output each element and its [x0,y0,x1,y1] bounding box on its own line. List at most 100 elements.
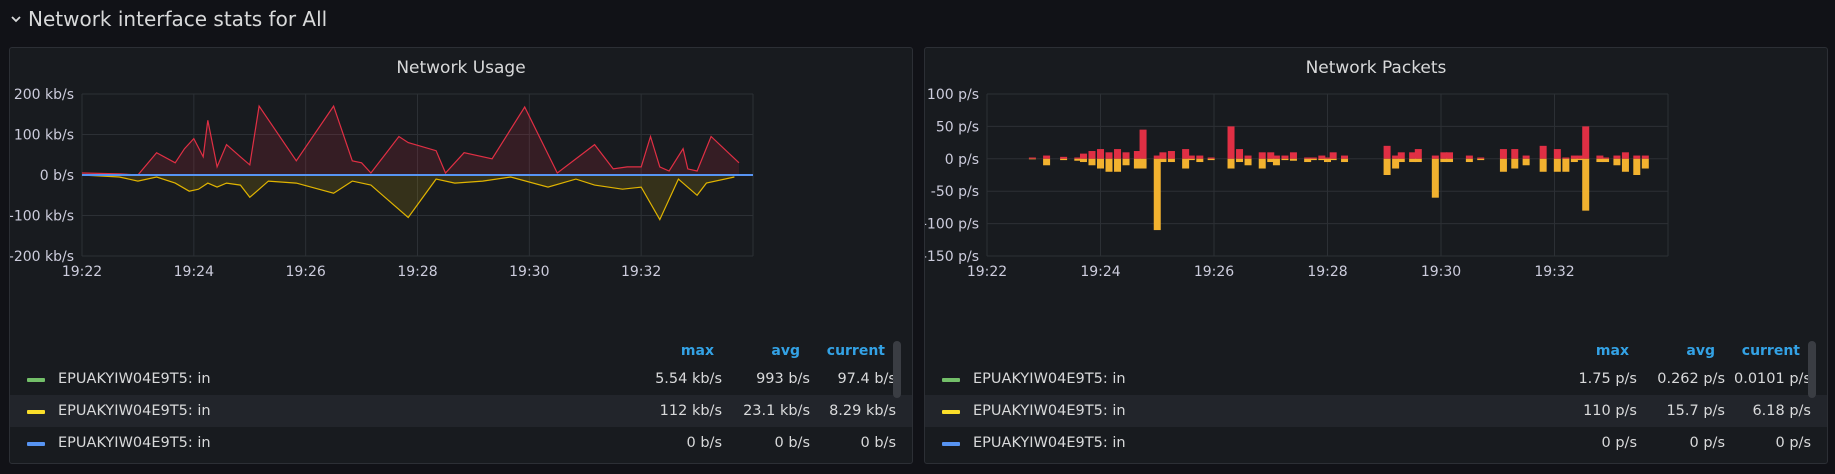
x-tick-label: 19:24 [1080,264,1120,280]
bar-negative [1272,158,1280,166]
bar-positive [1397,152,1405,159]
legend-max-value: 5.54 kb/s [655,371,722,387]
series-color-swatch[interactable] [27,442,45,446]
series-name[interactable]: EPUAKYIW04E9T5: in [973,371,1126,387]
legend-avg-value: 0 p/s [1689,435,1725,451]
bar-negative [1088,158,1096,166]
bar-negative [1414,158,1422,163]
bar-positive [1043,155,1051,159]
legend-avg-value: 993 b/s [756,371,810,387]
series-name[interactable]: EPUAKYIW04E9T5: in [58,435,211,451]
bar-positive [1633,155,1641,159]
bar-negative [1196,158,1204,163]
bar-negative [1499,158,1507,172]
bar-negative [1258,158,1266,169]
legend-row[interactable]: EPUAKYIW04E9T5: in 0 b/s 0 b/s 0 b/s [10,427,912,459]
legend-max-value: 1.75 p/s [1578,371,1637,387]
series-color-swatch[interactable] [942,410,960,414]
series-color-swatch[interactable] [27,378,45,382]
legend-header-avg[interactable]: avg [771,343,800,359]
legend-scrollbar[interactable] [893,341,901,398]
series-name[interactable]: EPUAKYIW04E9T5: in [58,371,211,387]
bar-positive [1499,149,1507,159]
bar-negative [1244,158,1252,166]
bar-negative [1522,158,1530,166]
bar-negative [1227,158,1235,169]
bar-positive [1446,152,1454,159]
row-title: Network interface stats for All [28,7,328,31]
bar-positive [1602,157,1610,159]
series-color-swatch[interactable] [942,442,960,446]
series-color-swatch[interactable] [27,410,45,414]
bar-positive [1114,149,1122,159]
bar-negative [1621,158,1629,172]
series-area [82,175,735,220]
bar-negative [1602,158,1610,163]
x-tick-label: 19:32 [621,264,661,280]
legend-row[interactable]: EPUAKYIW04E9T5: in 1.75 p/s 0.262 p/s 0.010… [925,363,1827,395]
bar-positive [1258,152,1266,159]
bar-positive [1028,157,1036,159]
bar-positive [1196,155,1204,159]
bar-negative [1613,158,1621,166]
bar-negative [1139,158,1147,169]
legend-max-value: 110 p/s [1583,403,1637,419]
bar-positive [1613,155,1621,159]
legend-row[interactable]: EPUAKYIW04E9T5: in 112 kb/s 23.1 kb/s 8.29 … [10,395,912,427]
legend-row[interactable]: EPUAKYIW04E9T5: in 110 p/s 15.7 p/s 6.18 p/… [925,395,1827,427]
chevron-down-icon[interactable] [10,13,22,25]
y-tick-label: 0 p/s [945,152,979,168]
legend-header-current[interactable]: current [827,343,885,359]
panel-network-usage: Network Usage 200 kb/s 100 kb/s 0 b/s -100 … [9,47,913,464]
bar-negative [1539,158,1547,172]
x-tick-label: 19:32 [1534,264,1574,280]
bar-negative [1028,158,1036,160]
legend-current-value: 6.18 p/s [1752,403,1811,419]
legend-scrollbar[interactable] [1808,341,1816,398]
bar-positive [1621,152,1629,159]
bar-positive [1167,151,1175,159]
y-tick-label: 50 p/s [936,119,979,135]
bar-positive [1383,145,1391,159]
bar-positive [1236,149,1244,159]
legend-current-value: 97.4 b/s [837,371,896,387]
bar-positive [1289,152,1297,159]
bar-negative [1236,158,1244,163]
bar-negative [1341,158,1349,163]
bar-negative [1511,158,1519,169]
legend-row[interactable]: EPUAKYIW04E9T5: in 5.54 kb/s 993 b/s 97.4 b… [10,363,912,395]
x-tick-label: 19:28 [397,264,437,280]
bar-negative [1153,158,1161,231]
panel-network-packets: Network Packets 100 p/s 50 p/s 0 p/s -50 p/… [924,47,1828,464]
series-color-swatch[interactable] [942,378,960,382]
series-name[interactable]: EPUAKYIW04E9T5: in [58,403,211,419]
row-header[interactable]: Network interface stats for All [10,4,327,34]
y-tick-label: -100 kb/s [10,209,74,225]
legend-row[interactable]: EPUAKYIW04E9T5: in 0 p/s 0 p/s 0 p/s [925,427,1827,459]
bar-positive [1539,145,1547,159]
series-name[interactable]: EPUAKYIW04E9T5: in [973,435,1126,451]
legend-avg-value: 0 b/s [774,435,810,451]
bar-negative [1097,158,1104,169]
y-tick-label: 100 kb/s [14,128,74,144]
bar-positive [1562,157,1570,159]
legend-header-current[interactable]: current [1742,343,1800,359]
bar-positive [1207,157,1215,159]
bar-negative [1187,158,1195,161]
bar-positive [1641,155,1649,159]
bar-negative [1553,158,1561,172]
x-tick-label: 19:26 [1194,264,1234,280]
bar-positive [1159,152,1167,159]
x-tick-label: 19:26 [285,264,325,280]
legend-header-max[interactable]: max [1596,343,1629,359]
bar-negative [1582,158,1590,211]
bar-positive [1105,152,1113,159]
x-tick-label: 19:22 [967,264,1007,280]
legend-header-max[interactable]: max [681,343,714,359]
legend-header-avg[interactable]: avg [1686,343,1715,359]
bar-positive [1329,152,1337,159]
series-name[interactable]: EPUAKYIW04E9T5: in [973,403,1126,419]
bar-negative [1465,158,1473,163]
bar-positive [1553,149,1561,159]
legend-current-value: 0 b/s [860,435,896,451]
